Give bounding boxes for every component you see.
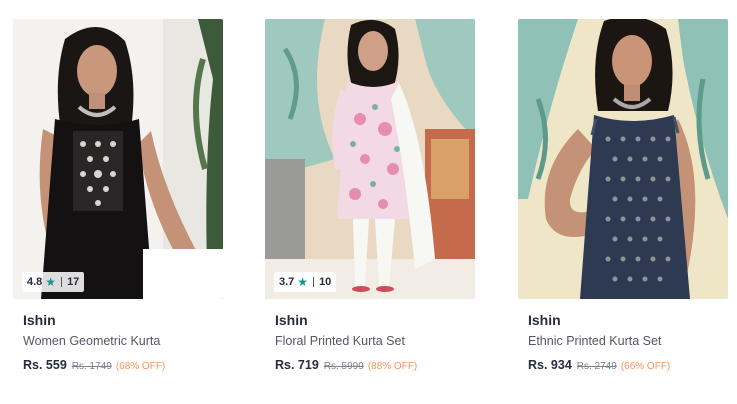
rating-badge: 3.7 ★ 10 [274, 272, 337, 292]
product-price: Rs. 934 [528, 358, 572, 372]
product-discount: (88% OFF) [367, 361, 418, 372]
product-image[interactable]: 3.7 ★ 10 [265, 19, 475, 299]
product-price: Rs. 559 [23, 358, 67, 372]
product-name: Floral Printed Kurta Set [275, 334, 405, 348]
rating-divider [61, 277, 63, 287]
product-price: Rs. 719 [275, 358, 319, 372]
rating-count: 17 [67, 276, 80, 288]
product-mrp: Rs. 1749 [71, 361, 112, 372]
star-icon: ★ [297, 275, 309, 289]
star-icon: ★ [45, 275, 57, 289]
product-info: Ishin Floral Printed Kurta Set Rs. 719 R… [265, 311, 475, 372]
rating-value: 3.7 [279, 276, 295, 288]
product-discount: (68% OFF) [115, 361, 166, 372]
price-row: Rs. 559 Rs. 1749 (68% OFF) [23, 358, 213, 372]
price-row: Rs. 934 Rs. 2749 (66% OFF) [528, 358, 718, 372]
product-image[interactable] [518, 19, 728, 299]
product-name: Ethnic Printed Kurta Set [528, 334, 662, 348]
product-name: Women Geometric Kurta [23, 334, 161, 348]
product-brand: Ishin [528, 312, 561, 328]
product-grid: 4.8 ★ 17 Ishin Women Geometric Kurta Rs.… [0, 0, 737, 404]
price-row: Rs. 719 Rs. 5999 (88% OFF) [275, 358, 465, 372]
product-card[interactable]: 4.8 ★ 17 Ishin Women Geometric Kurta Rs.… [13, 19, 223, 389]
rating-badge: 4.8 ★ 17 [22, 272, 85, 292]
product-photo [13, 19, 223, 299]
product-mrp: Rs. 5999 [323, 361, 364, 372]
product-discount: (66% OFF) [620, 361, 671, 372]
product-photo [265, 19, 475, 299]
rating-value: 4.8 [27, 276, 43, 288]
product-mrp: Rs. 2749 [576, 361, 617, 372]
product-info: Ishin Women Geometric Kurta Rs. 559 Rs. … [13, 311, 223, 372]
product-brand: Ishin [275, 312, 308, 328]
product-card[interactable]: 3.7 ★ 10 Ishin Floral Printed Kurta Set … [265, 19, 475, 389]
product-photo [518, 19, 728, 299]
product-card[interactable]: Ishin Ethnic Printed Kurta Set Rs. 934 R… [518, 19, 728, 389]
product-brand: Ishin [23, 312, 56, 328]
product-info: Ishin Ethnic Printed Kurta Set Rs. 934 R… [518, 311, 728, 372]
rating-divider [313, 277, 315, 287]
rating-count: 10 [319, 276, 332, 288]
product-image[interactable]: 4.8 ★ 17 [13, 19, 223, 299]
